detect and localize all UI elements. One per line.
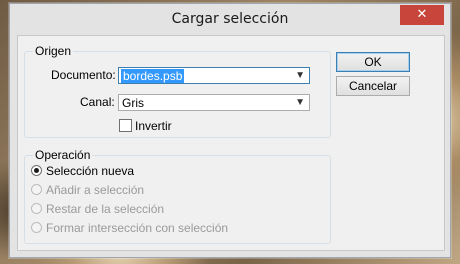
documento-label: Documento: xyxy=(51,68,116,82)
radio-label-interseccion[interactable]: Formar intersección con selección xyxy=(46,221,228,235)
chevron-down-icon: ▼ xyxy=(295,70,305,81)
radio-label-restar-seleccion[interactable]: Restar de la selección xyxy=(46,202,164,216)
origen-group: Origen xyxy=(24,44,331,138)
radio-seleccion-nueva[interactable] xyxy=(31,165,42,176)
invertir-checkbox[interactable] xyxy=(119,119,132,132)
close-icon: ✕ xyxy=(416,7,428,22)
documento-select[interactable]: bordes.psb ▼ xyxy=(118,67,310,84)
canal-select[interactable]: Gris ▼ xyxy=(118,94,310,111)
radio-restar-seleccion[interactable] xyxy=(31,203,42,214)
origen-legend: Origen xyxy=(35,44,72,58)
radio-label-anadir-seleccion[interactable]: Añadir a selección xyxy=(46,183,144,197)
load-selection-dialog: Cargar selección ✕ Origen Documento: bor… xyxy=(9,3,451,258)
radio-label-seleccion-nueva[interactable]: Selección nueva xyxy=(46,164,134,178)
operacion-legend: Operación xyxy=(35,148,91,162)
radio-interseccion[interactable] xyxy=(31,222,42,233)
documento-value: bordes.psb xyxy=(121,69,185,83)
chevron-down-icon: ▼ xyxy=(295,97,305,108)
canal-value: Gris xyxy=(122,96,144,110)
close-button[interactable]: ✕ xyxy=(400,5,444,25)
title-bar[interactable]: Cargar selección ✕ xyxy=(10,4,450,34)
invertir-label[interactable]: Invertir xyxy=(135,119,172,133)
radio-anadir-seleccion[interactable] xyxy=(31,184,42,195)
canal-label: Canal: xyxy=(80,95,115,109)
cancel-button[interactable]: Cancelar xyxy=(336,76,410,96)
dialog-title: Cargar selección xyxy=(171,11,289,27)
ok-button[interactable]: OK xyxy=(336,52,410,72)
dialog-body: Origen Documento: bordes.psb ▼ Canal: Gr… xyxy=(17,35,445,251)
